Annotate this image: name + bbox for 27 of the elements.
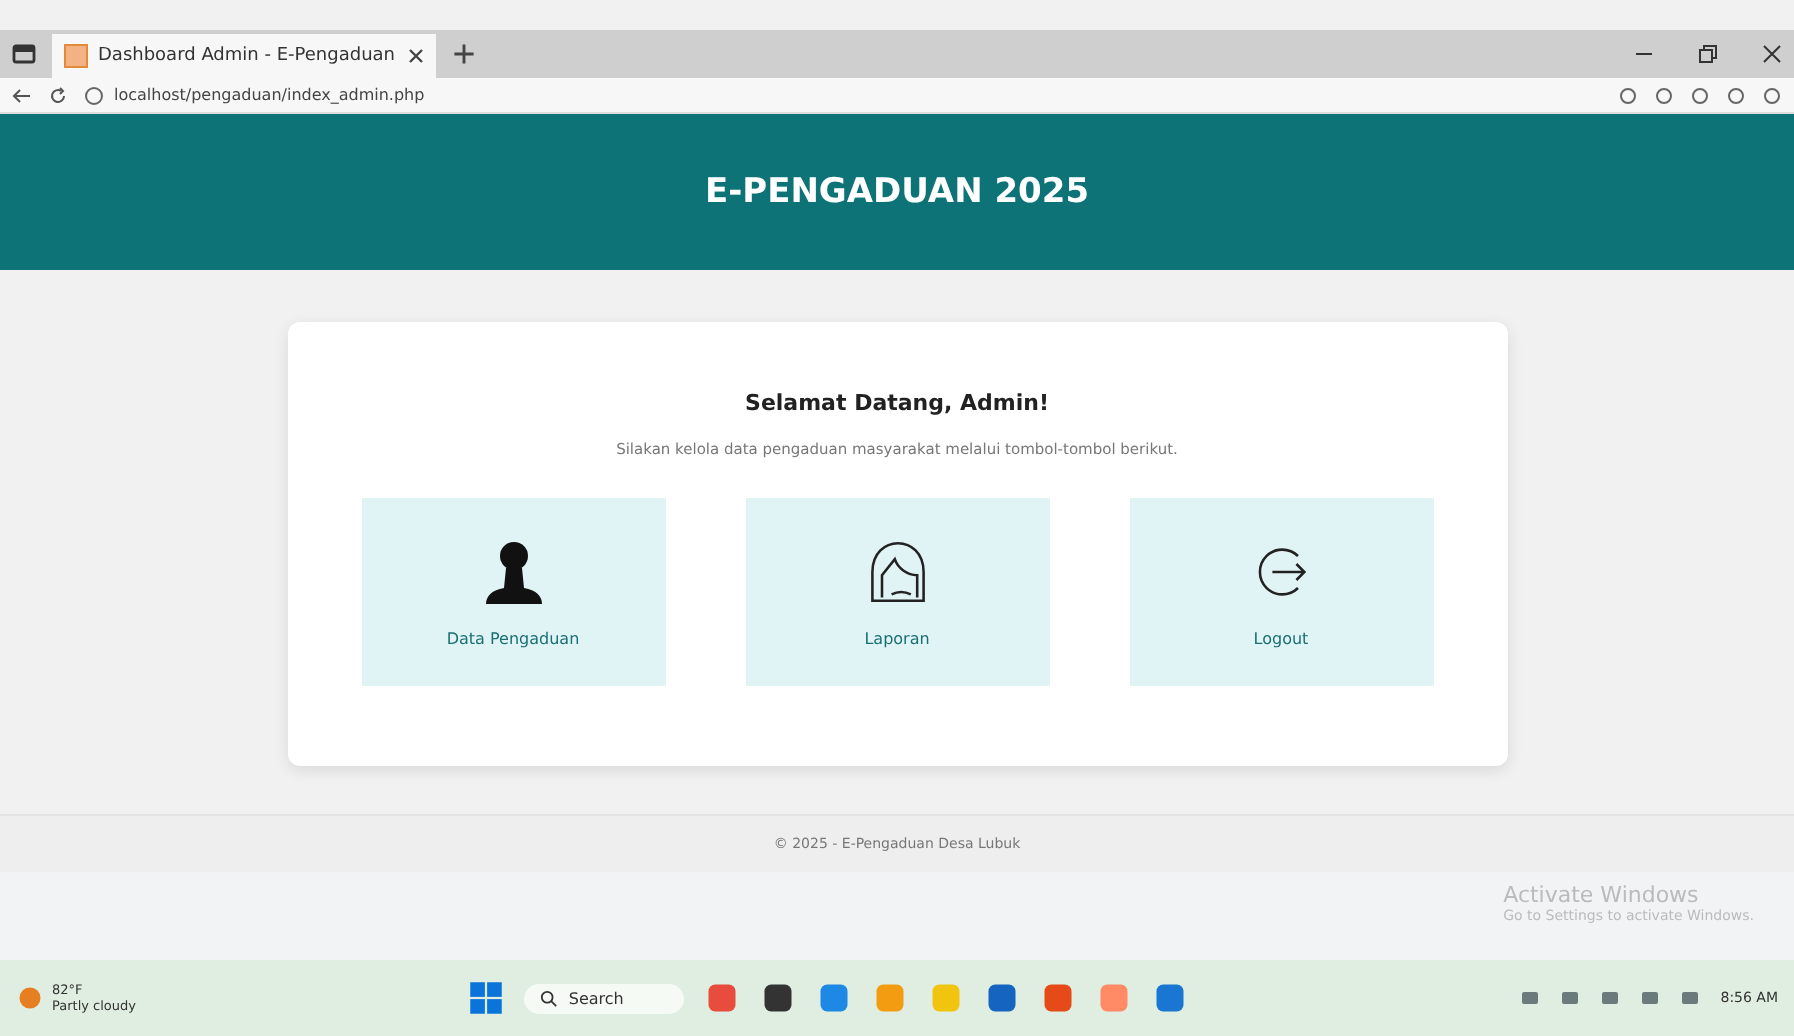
tab-actions-icon[interactable] xyxy=(12,42,36,66)
start-icon[interactable] xyxy=(468,980,505,1016)
app-icon[interactable] xyxy=(983,980,1020,1016)
browser-tab[interactable]: Dashboard Admin - E-Pengaduan xyxy=(52,34,436,78)
tray-icon[interactable] xyxy=(1600,988,1621,1008)
restore-icon[interactable] xyxy=(1698,44,1718,64)
tray-icon[interactable] xyxy=(1640,988,1661,1008)
site-title: E-PENGADUAN 2025 xyxy=(704,172,1090,212)
favicon-icon xyxy=(64,44,88,68)
activation-title: Activate Windows xyxy=(1503,882,1701,908)
tray-icon[interactable] xyxy=(1520,988,1541,1008)
tray-icon[interactable] xyxy=(1560,988,1581,1008)
taskbar-search[interactable]: Search xyxy=(524,983,684,1013)
menu-tile[interactable]: Logout xyxy=(1129,498,1433,686)
menu-tile[interactable]: Laporan xyxy=(745,498,1049,686)
tray-icon[interactable] xyxy=(1680,988,1701,1008)
app-icon[interactable] xyxy=(759,980,796,1016)
welcome-heading: Selamat Datang, Admin! xyxy=(745,390,1049,416)
close-icon[interactable] xyxy=(1762,44,1782,64)
back-icon[interactable] xyxy=(12,85,32,105)
person-icon xyxy=(481,537,545,605)
menu-tile[interactable]: Data Pengaduan xyxy=(361,498,665,686)
address-field[interactable]: localhost/pengaduan/index_admin.php xyxy=(84,85,425,105)
search-icon xyxy=(540,989,559,1007)
new-tab-icon[interactable] xyxy=(452,42,476,66)
close-icon[interactable] xyxy=(408,48,424,64)
refresh-icon[interactable] xyxy=(48,85,68,105)
